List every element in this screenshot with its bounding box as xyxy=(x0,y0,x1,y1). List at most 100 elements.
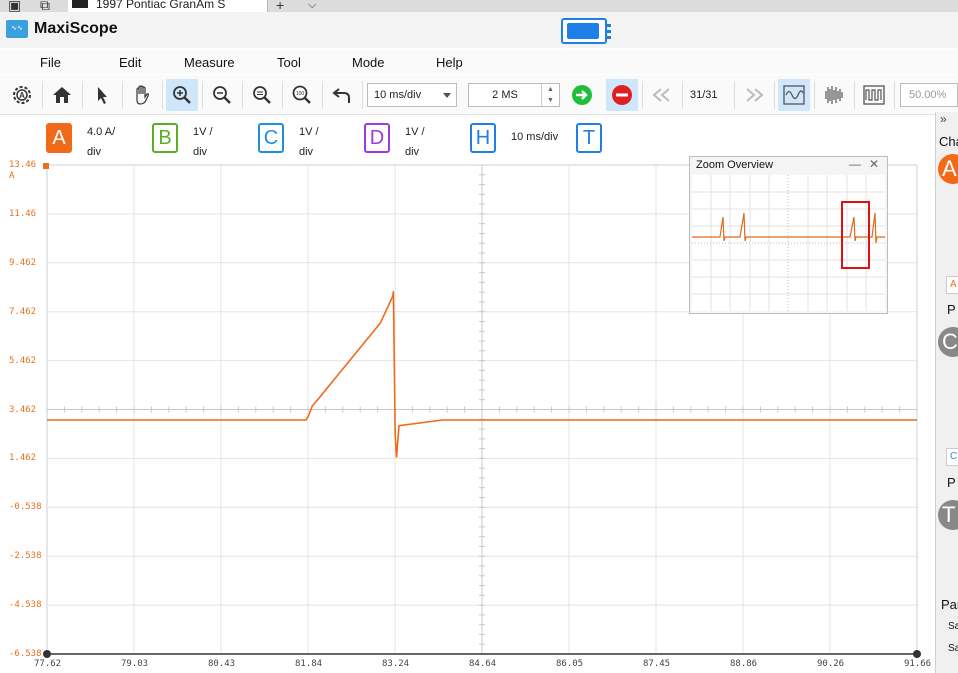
app-logo-icon: ∿∿ xyxy=(6,20,28,38)
x-tick-label: 81.84 xyxy=(295,659,323,669)
y-tick-label: 3.462 xyxy=(9,404,37,415)
toolbar: A 100 10 ms/div 2 MS ▲ ▼ 31/31 50.00% xyxy=(0,75,958,115)
x-tick-label: 80.43 xyxy=(208,659,236,669)
x-tick-label: 91.66 xyxy=(904,659,932,669)
waveform-burst-icon[interactable] xyxy=(818,79,850,111)
channel-a-scale[interactable]: 4.0 A/ div xyxy=(87,122,127,162)
channel-d-scale-value: 1V / xyxy=(405,126,425,138)
auto-setup-icon[interactable]: A xyxy=(6,79,38,111)
home-icon[interactable] xyxy=(46,79,78,111)
channel-d-scale-unit: div xyxy=(405,146,420,158)
device-connection-icon[interactable] xyxy=(561,18,611,44)
tab-list-icon[interactable]: ⧉ xyxy=(40,0,50,12)
y-tick-label: -0.538 xyxy=(9,502,42,513)
menu-mode[interactable]: Mode xyxy=(352,55,385,70)
zoom-fit-icon[interactable] xyxy=(246,79,278,111)
document-tab[interactable]: 1997 Pontiac GranAm S xyxy=(68,0,268,12)
spin-up-icon[interactable]: ▲ xyxy=(542,84,559,95)
square-wave-icon[interactable] xyxy=(858,79,890,111)
channel-a-button[interactable]: A xyxy=(46,123,72,153)
undo-icon[interactable] xyxy=(326,79,358,111)
chevron-down-icon xyxy=(443,93,451,98)
x-tick-label: 77.62 xyxy=(34,659,62,669)
channel-b-button[interactable]: B xyxy=(152,123,178,153)
pan-hand-icon[interactable] xyxy=(126,79,158,111)
zoom-overview-title: Zoom Overview xyxy=(696,159,774,171)
samples-value: 2 MS xyxy=(492,89,518,101)
y-tick-label: -6.538 xyxy=(9,649,42,659)
run-icon[interactable] xyxy=(566,79,598,111)
channel-c-scale[interactable]: 1V / div xyxy=(299,122,339,162)
menu-measure[interactable]: Measure xyxy=(184,55,235,70)
y-tick-label: 9.462 xyxy=(9,257,37,268)
x-tick-label: 83.24 xyxy=(382,659,410,669)
trigger-button[interactable]: T xyxy=(576,123,602,153)
next-page-icon[interactable] xyxy=(738,79,770,111)
window-icon[interactable]: ▣ xyxy=(8,0,21,12)
menu-help[interactable]: Help xyxy=(436,55,463,70)
svg-text:100: 100 xyxy=(296,91,305,97)
panel-channel-a-select[interactable]: A xyxy=(946,276,958,294)
x-tick-label: 79.03 xyxy=(121,659,149,669)
samples-spinbox[interactable]: 2 MS ▲ ▼ xyxy=(468,83,560,107)
x-tick-label: 84.64 xyxy=(469,659,497,669)
horizontal-timebase-button[interactable]: H xyxy=(470,123,496,153)
x-tick-label: 90.26 xyxy=(817,659,845,669)
panel-channel-c-select[interactable]: C xyxy=(946,448,958,466)
zoom-percent-field[interactable]: 50.00% xyxy=(900,83,958,107)
zoom-100-icon[interactable]: 100 xyxy=(286,79,318,111)
pointer-icon[interactable] xyxy=(86,79,118,111)
x-tick-label: 88.86 xyxy=(730,659,758,669)
y-tick-label: 13.46 xyxy=(9,160,37,170)
menu-tool[interactable]: Tool xyxy=(277,55,301,70)
channel-b-scale-unit: div xyxy=(193,146,208,158)
channel-a-scale-value: 4.0 A/ xyxy=(87,126,116,138)
spin-down-icon[interactable]: ▼ xyxy=(542,95,559,106)
panel-channel-a[interactable]: A xyxy=(938,154,958,184)
y-tick-label: 5.462 xyxy=(9,355,37,366)
new-tab-button[interactable]: + xyxy=(276,0,284,12)
y-tick-label: 11.46 xyxy=(9,208,37,219)
menu-edit[interactable]: Edit xyxy=(119,55,141,70)
param-row-2[interactable]: Sa xyxy=(948,643,958,654)
channel-a-scale-unit: div xyxy=(87,146,102,158)
scope-mode-icon[interactable] xyxy=(778,79,810,111)
zoom-percent-value: 50.00% xyxy=(909,89,947,101)
channel-b-scale[interactable]: 1V / div xyxy=(193,122,233,162)
channel-d-scale[interactable]: 1V / div xyxy=(405,122,445,162)
zoom-overview-plot xyxy=(692,175,885,311)
zoom-overview-panel[interactable]: Zoom Overview — ✕ xyxy=(689,156,888,314)
channel-c-scale-unit: div xyxy=(299,146,314,158)
left-ruler-handle xyxy=(43,650,51,658)
app-title: MaxiScope xyxy=(34,20,118,37)
channel-b-scale-value: 1V / xyxy=(193,126,213,138)
document-tab-title: 1997 Pontiac GranAm S xyxy=(96,0,226,11)
close-icon[interactable]: ✕ xyxy=(869,157,879,171)
zoom-out-icon[interactable] xyxy=(206,79,238,111)
param-row-1[interactable]: Sa xyxy=(948,621,958,632)
parameters-panel-header: Par xyxy=(941,597,958,612)
panel-expand-icon[interactable]: » xyxy=(940,112,947,126)
panel-channel-c[interactable]: C xyxy=(938,327,958,357)
y-tick-label: -2.538 xyxy=(9,551,42,562)
panel-probe-a: P xyxy=(947,302,956,317)
browser-tab-strip: ▣ ⧉ 1997 Pontiac GranAm S + ⌵ xyxy=(0,0,958,12)
channel-c-button[interactable]: C xyxy=(258,123,284,153)
timebase-scale[interactable]: 10 ms/div xyxy=(511,127,571,147)
right-ruler-handle xyxy=(913,650,921,658)
channel-c-scale-value: 1V / xyxy=(299,126,319,138)
y-tick-label: -4.538 xyxy=(9,600,42,611)
x-tick-label: 86.05 xyxy=(556,659,584,669)
panel-trigger[interactable]: T xyxy=(938,500,958,530)
menu-bar: File Edit Measure Tool Mode Help xyxy=(0,50,958,74)
channel-d-button[interactable]: D xyxy=(364,123,390,153)
previous-page-icon[interactable] xyxy=(646,79,678,111)
stop-icon[interactable] xyxy=(606,79,638,111)
timebase-select[interactable]: 10 ms/div xyxy=(367,83,457,107)
zoom-in-icon[interactable] xyxy=(166,79,198,111)
y-tick-label: 7.462 xyxy=(9,306,37,317)
menu-file[interactable]: File xyxy=(40,55,61,70)
minimize-icon[interactable]: — xyxy=(849,157,861,171)
svg-text:A: A xyxy=(19,91,25,100)
tab-dropdown-icon[interactable]: ⌵ xyxy=(308,0,316,12)
